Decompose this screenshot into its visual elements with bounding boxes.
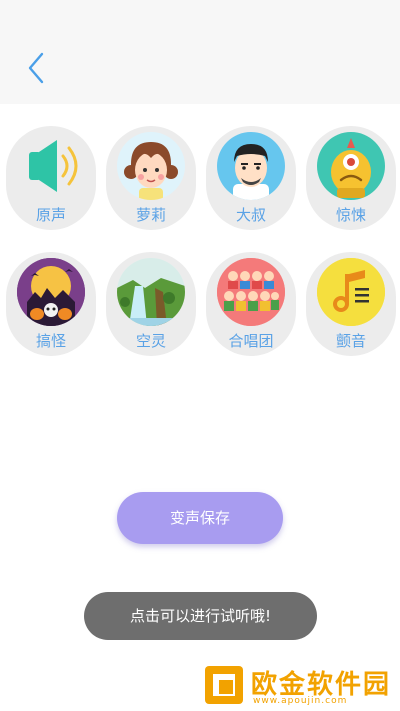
watermark-logo-icon [205,666,243,704]
toast-message: 点击可以进行试听哦! [84,592,317,640]
choir-icon [217,258,285,326]
effect-loli[interactable]: 萝莉 [106,126,196,230]
chevron-left-icon [28,52,44,84]
effect-label: 搞怪 [35,332,66,350]
man-icon [217,132,285,200]
effect-original[interactable]: 原声 [6,126,96,230]
effect-label: 空灵 [135,332,166,350]
effect-tremolo[interactable]: 颤音 [306,252,396,356]
effect-label: 合唱团 [228,332,274,350]
waterfall-icon [117,258,185,326]
effect-label: 原声 [35,206,66,224]
effect-label: 颤音 [335,332,366,350]
effect-label: 萝莉 [135,206,166,224]
speaker-icon [17,132,85,200]
music-note-icon [317,258,385,326]
halloween-icon [17,258,85,326]
effect-horror[interactable]: 惊悚 [306,126,396,230]
watermark-url: www.apoujin.com [253,696,348,706]
effect-ethereal[interactable]: 空灵 [106,252,196,356]
back-button[interactable] [24,48,52,88]
effect-label: 惊悚 [335,206,366,224]
watermark: 欧金软件园 www.apoujin.com [203,662,400,711]
girl-icon [117,132,185,200]
save-voice-button[interactable]: 变声保存 [117,492,283,544]
effect-label: 大叔 [235,206,266,224]
effect-uncle[interactable]: 大叔 [206,126,296,230]
monster-icon [317,132,385,200]
effect-funny[interactable]: 搞怪 [6,252,96,356]
effect-chorus[interactable]: 合唱团 [206,252,296,356]
top-bar [0,0,400,104]
